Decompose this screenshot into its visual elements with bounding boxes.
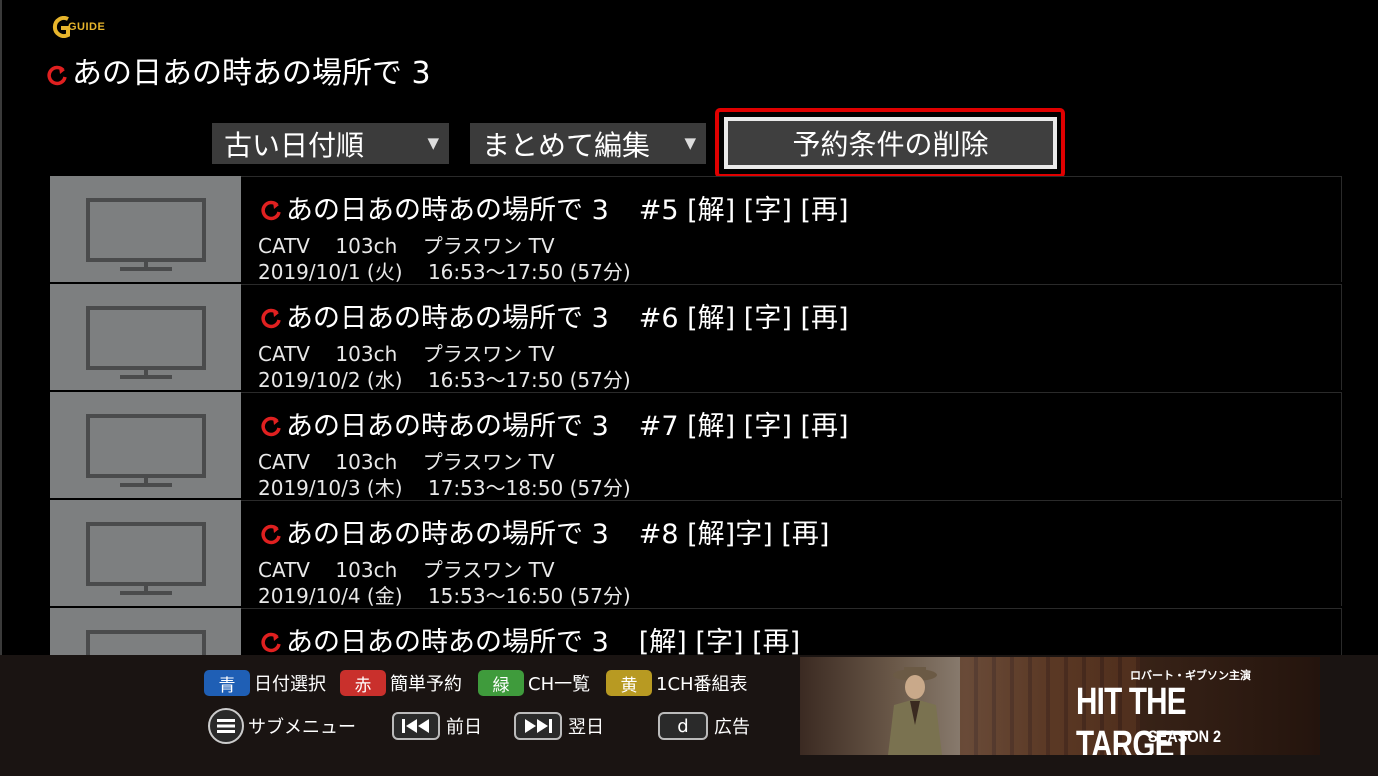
yellow-button: 黄	[606, 670, 652, 696]
program-title: あの日あの時あの場所で 3 #6 [解] [字] [再]	[260, 296, 849, 335]
program-row[interactable]: あの日あの時あの場所で 3 [解] [字] [再]	[50, 608, 1342, 656]
episode-info: #7 [解] [字] [再]	[638, 411, 849, 442]
blue-key-hint[interactable]: 青 日付選択	[204, 670, 326, 696]
divider	[240, 392, 1342, 393]
airtime-info: 2019/10/4 (金) 15:53〜16:50 (57分)	[258, 584, 631, 608]
next-day-hint[interactable]: 翌日	[514, 712, 604, 740]
program-title-text: あの日あの時あの場所で 3	[286, 627, 609, 656]
sort-order-dropdown[interactable]: 古い日付順 ▼	[212, 123, 449, 164]
green-key-label: CH一覧	[528, 674, 591, 695]
menu-icon	[208, 708, 244, 744]
skip-back-icon	[392, 712, 440, 740]
divider	[1341, 392, 1342, 498]
chevron-down-icon: ▼	[684, 134, 696, 152]
next-day-label: 翌日	[568, 717, 604, 738]
submenu-label: サブメニュー	[248, 717, 356, 738]
program-title: あの日あの時あの場所で 3 #8 [解]字] [再]	[260, 512, 829, 551]
tv-icon	[86, 198, 206, 271]
red-key-hint[interactable]: 赤 簡単予約	[340, 670, 462, 696]
bulk-edit-label: まとめて編集	[482, 128, 651, 162]
sort-order-label: 古い日付順	[224, 128, 365, 162]
tv-icon	[86, 522, 206, 595]
delete-reservation-label: 予約条件の削除	[792, 128, 989, 161]
airtime-info: 2019/10/3 (木) 17:53〜18:50 (57分)	[258, 476, 631, 500]
ad-banner[interactable]: ロバート・ギブソン主演 HIT THE TARGET SEASON 2	[800, 657, 1320, 755]
yellow-key-label: 1CH番組表	[656, 674, 748, 695]
yellow-key-hint[interactable]: 黄 1CH番組表	[606, 670, 748, 696]
channel-info: CATV 103ch プラスワン TV	[258, 450, 555, 474]
program-row[interactable]: あの日あの時あの場所で 3 #6 [解] [字] [再] CATV 103ch …	[50, 284, 1342, 392]
bulk-edit-dropdown[interactable]: まとめて編集 ▼	[470, 123, 706, 164]
gguide-logo: GUIDE	[48, 16, 106, 38]
thumbnail	[50, 176, 241, 282]
divider	[240, 176, 1342, 177]
skip-forward-icon	[514, 712, 562, 740]
prev-day-label: 前日	[446, 717, 482, 738]
channel-info: CATV 103ch プラスワン TV	[258, 234, 555, 258]
blue-key-label: 日付選択	[254, 674, 326, 695]
red-button: 赤	[340, 670, 386, 696]
logo-text: GUIDE	[68, 21, 106, 33]
series-record-icon	[46, 59, 68, 86]
ad-actor-image	[888, 667, 942, 755]
thumbnail	[50, 608, 241, 656]
program-title-text: あの日あの時あの場所で 3	[286, 195, 609, 226]
program-list: あの日あの時あの場所で 3 #5 [解] [字] [再] CATV 103ch …	[50, 176, 1342, 656]
program-title: あの日あの時あの場所で 3 [解] [字] [再]	[260, 620, 800, 656]
channel-info: CATV 103ch プラスワン TV	[258, 558, 555, 582]
delete-reservation-button[interactable]: 予約条件の削除	[724, 117, 1057, 169]
episode-info: #6 [解] [字] [再]	[638, 303, 849, 334]
divider	[240, 500, 1342, 501]
program-row[interactable]: あの日あの時あの場所で 3 #7 [解] [字] [再] CATV 103ch …	[50, 392, 1342, 500]
airtime-info: 2019/10/1 (火) 16:53〜17:50 (57分)	[258, 260, 631, 284]
d-button: d	[658, 712, 708, 740]
tv-icon	[86, 306, 206, 379]
program-title-text: あの日あの時あの場所で 3	[286, 411, 609, 442]
thumbnail	[50, 500, 241, 606]
series-record-icon	[260, 413, 282, 436]
divider	[1341, 608, 1342, 656]
thumbnail	[50, 392, 241, 498]
series-record-icon	[260, 305, 282, 328]
submenu-hint[interactable]: サブメニュー	[208, 708, 356, 744]
episode-info: #8 [解]字] [再]	[638, 519, 830, 550]
divider	[1341, 284, 1342, 390]
chevron-down-icon: ▼	[427, 134, 439, 152]
tv-icon	[86, 630, 206, 656]
tv-icon	[86, 414, 206, 487]
blue-button: 青	[204, 670, 250, 696]
ad-key-label: 広告	[714, 717, 750, 738]
prev-day-hint[interactable]: 前日	[392, 712, 482, 740]
program-title: あの日あの時あの場所で 3 #7 [解] [字] [再]	[260, 404, 849, 443]
page-title-text: あの日あの時あの場所で 3	[72, 56, 431, 91]
divider	[1341, 500, 1342, 606]
left-edge-rule	[0, 0, 2, 656]
program-title-text: あの日あの時あの場所で 3	[286, 303, 609, 334]
program-row[interactable]: あの日あの時あの場所で 3 #8 [解]字] [再] CATV 103ch プラ…	[50, 500, 1342, 608]
program-title: あの日あの時あの場所で 3 #5 [解] [字] [再]	[260, 188, 849, 227]
channel-info: CATV 103ch プラスワン TV	[258, 342, 555, 366]
divider	[240, 608, 1342, 609]
thumbnail	[50, 284, 241, 390]
green-key-hint[interactable]: 緑 CH一覧	[478, 670, 590, 696]
program-row[interactable]: あの日あの時あの場所で 3 #5 [解] [字] [再] CATV 103ch …	[50, 176, 1342, 284]
episode-info: #5 [解] [字] [再]	[638, 195, 849, 226]
series-record-icon	[260, 521, 282, 544]
program-title-text: あの日あの時あの場所で 3	[286, 519, 609, 550]
ad-key-hint[interactable]: d 広告	[658, 712, 750, 740]
episode-info: [解] [字] [再]	[638, 627, 801, 656]
page-title: あの日あの時あの場所で 3	[46, 50, 431, 91]
divider	[1341, 176, 1342, 282]
series-record-icon	[260, 197, 282, 220]
series-record-icon	[260, 629, 282, 652]
green-button: 緑	[478, 670, 524, 696]
ad-season: SEASON 2	[1148, 727, 1222, 746]
divider	[240, 284, 1342, 285]
airtime-info: 2019/10/2 (水) 16:53〜17:50 (57分)	[258, 368, 631, 392]
red-key-label: 簡単予約	[390, 674, 462, 695]
